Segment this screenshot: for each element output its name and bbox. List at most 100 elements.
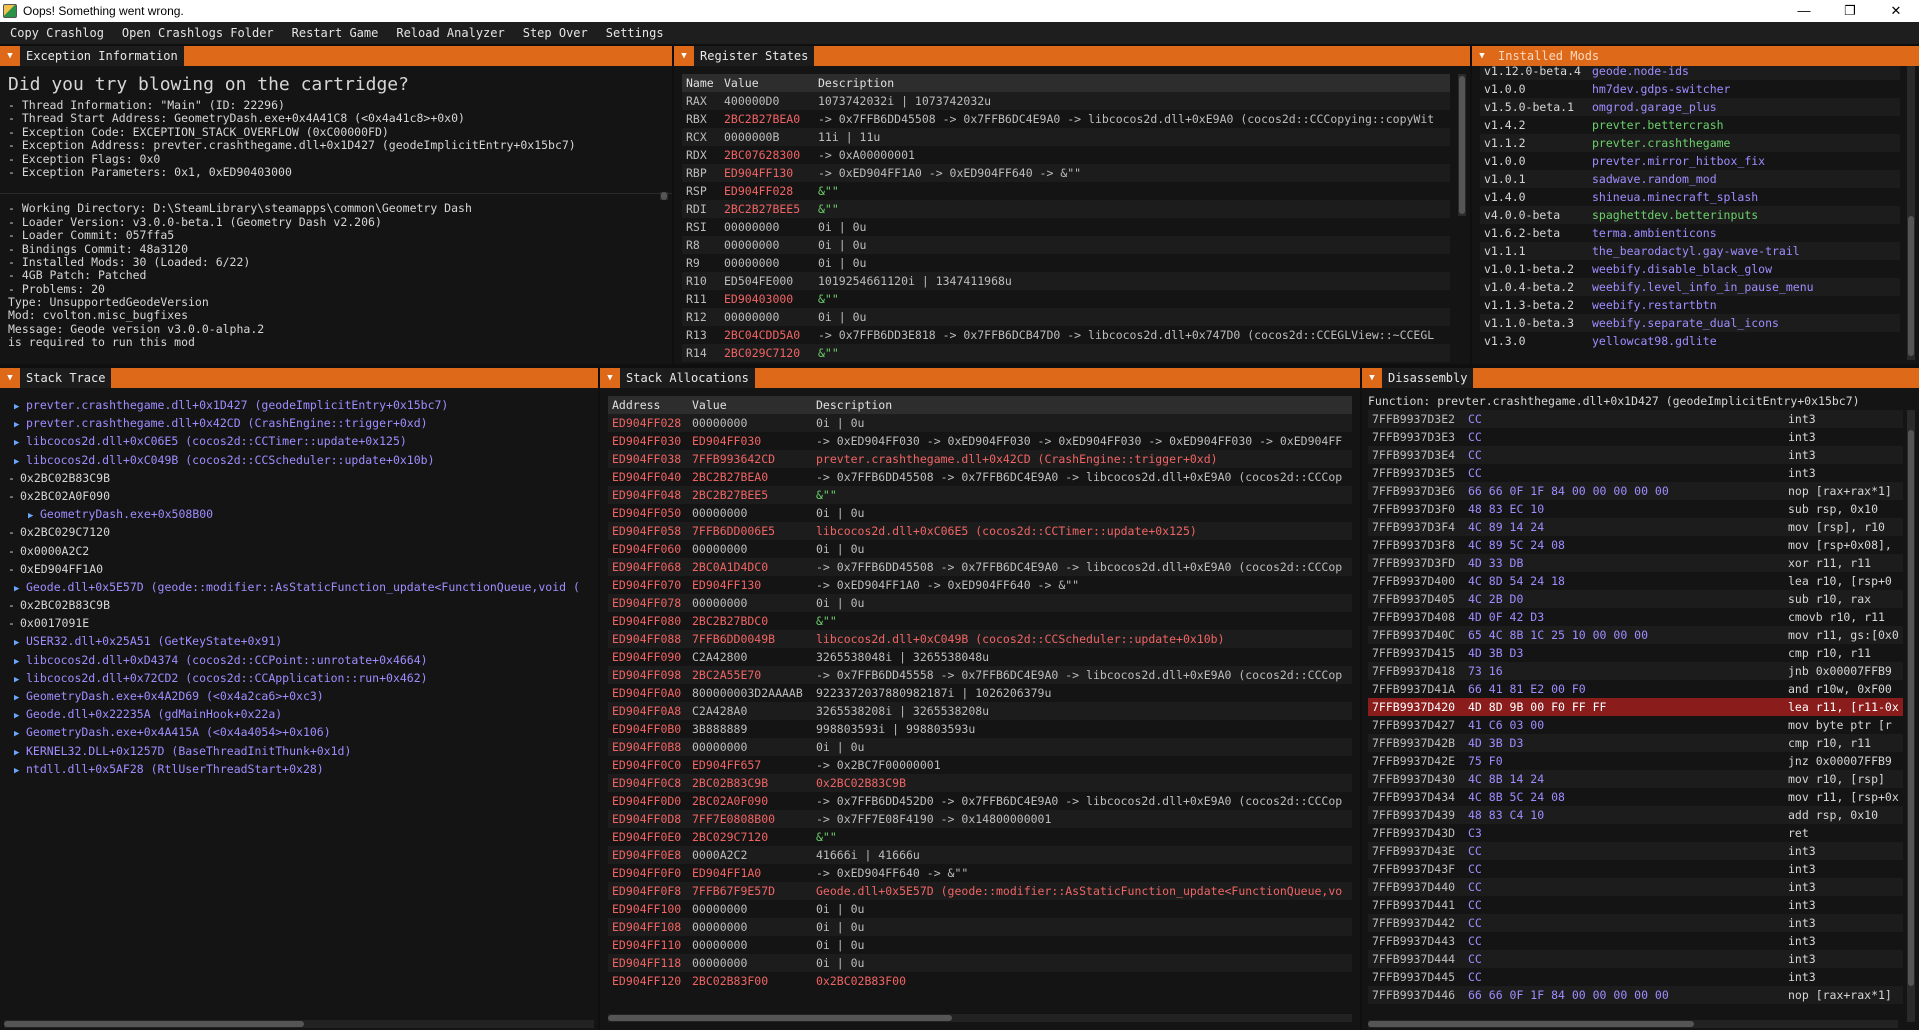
- tab-stack-trace[interactable]: Stack Trace: [20, 368, 112, 388]
- column-header: Value: [688, 396, 812, 414]
- list-item[interactable]: ▶ ntdll.dll+0x5AF28 (RtlUserThreadStart+0…: [0, 760, 598, 778]
- table-row: 7FFB9937D3E6 66 66 0F 1F 84 00 00 00 00 0…: [1368, 482, 1903, 500]
- instruction-mnemonic: cmp r10, r11: [1784, 734, 1903, 752]
- register-value: 400000D0: [720, 92, 814, 110]
- list-item[interactable]: ▶ Geode.dll+0x5E57D (geode::modifier::AsS…: [0, 578, 598, 596]
- table-row: 7FFB9937D415 4D 3B D3 cmp r10, r11: [1368, 644, 1903, 662]
- tab-stack-allocations[interactable]: Stack Allocations: [620, 368, 755, 388]
- mod-id[interactable]: spaghettdev.betterinputs: [1588, 206, 1900, 224]
- list-item[interactable]: ▶ KERNEL32.DLL+0x1257D (BaseThreadInitThu…: [0, 742, 598, 760]
- mod-id[interactable]: weebify.disable_black_glow: [1588, 260, 1900, 278]
- maximize-button[interactable]: ❐: [1827, 0, 1873, 22]
- mod-id[interactable]: weebify.restartbtn: [1588, 296, 1900, 314]
- alloc-description: 0i | 0u: [812, 414, 1352, 432]
- collapse-triangle-icon[interactable]: ▼: [0, 368, 20, 388]
- exception-detail-line: - Exception Flags: 0x0: [8, 151, 161, 166]
- minimize-button[interactable]: —: [1781, 0, 1827, 22]
- alloc-value: 2BC0A1D4DC0: [688, 558, 812, 576]
- expand-triangle-icon[interactable]: ▶: [14, 634, 26, 652]
- alloc-description: -> 0x2BC7F00000001: [812, 756, 1352, 774]
- list-item[interactable]: -0x2BC02B83C9B: [0, 469, 598, 487]
- expand-triangle-icon[interactable]: ▶: [14, 762, 26, 780]
- alloc-value: 7FF7E0808B00: [688, 810, 812, 828]
- list-item[interactable]: -0xED904FF1A0: [0, 560, 598, 578]
- menu-settings[interactable]: Settings: [596, 26, 672, 40]
- list-item[interactable]: ▶ GeometryDash.exe+0x508B00: [0, 505, 598, 523]
- tab-register-states[interactable]: Register States: [694, 46, 815, 66]
- collapse-triangle-icon[interactable]: ▼: [674, 46, 694, 66]
- scrollbar[interactable]: [1458, 74, 1466, 216]
- mod-id[interactable]: terma.ambienticons: [1588, 224, 1900, 242]
- list-item[interactable]: ▶ libcocos2d.dll+0xC049B (cocos2d::CCSche…: [0, 451, 598, 469]
- list-item[interactable]: -0x2BC029C7120: [0, 523, 598, 541]
- mod-id[interactable]: weebify.level_info_in_pause_menu: [1588, 278, 1900, 296]
- register-name: RAX: [682, 92, 720, 110]
- alloc-address: ED904FF100: [608, 900, 688, 918]
- mod-id[interactable]: weebify.separate_dual_icons: [1588, 314, 1900, 332]
- mod-id[interactable]: sadwave.random_mod: [1588, 170, 1900, 188]
- mod-version: v1.1.1: [1480, 242, 1588, 260]
- mod-id[interactable]: the_bearodactyl.gay-wave-trail: [1588, 242, 1900, 260]
- mod-id[interactable]: omgrod.garage_plus: [1588, 98, 1900, 116]
- list-item[interactable]: ▶ libcocos2d.dll+0xC06E5 (cocos2d::CCTime…: [0, 432, 598, 450]
- alloc-value: 2BC029C7120: [688, 828, 812, 846]
- mod-id[interactable]: hm7dev.gdps-switcher: [1588, 80, 1900, 98]
- mod-id[interactable]: prevter.crashthegame: [1588, 134, 1900, 152]
- expand-triangle-icon[interactable]: ▶: [14, 725, 26, 743]
- register-value: 2BC029C7120: [720, 344, 814, 362]
- scrollbar[interactable]: [1368, 1020, 1898, 1028]
- collapse-triangle-icon[interactable]: ▼: [1472, 46, 1492, 66]
- collapse-triangle-icon[interactable]: ▼: [0, 46, 20, 66]
- mod-version: v1.6.2-beta: [1480, 224, 1588, 242]
- alloc-value: 2BC02B83C9B: [688, 774, 812, 792]
- close-button[interactable]: ✕: [1873, 0, 1919, 22]
- alloc-value: 7FFB67F9E57D: [688, 882, 812, 900]
- table-row: v4.0.0-beta spaghettdev.betterinputs: [1480, 206, 1900, 224]
- list-item[interactable]: ▶ USER32.dll+0x25A51 (GetKeyState+0x91): [0, 632, 598, 650]
- menu-reload-analyzer[interactable]: Reload Analyzer: [386, 26, 512, 40]
- list-item[interactable]: ▶ Geode.dll+0x22235A (gdMainHook+0x22a): [0, 705, 598, 723]
- mod-id[interactable]: geode.node-ids: [1588, 66, 1900, 80]
- alloc-value: ED904FF030: [688, 432, 812, 450]
- list-item[interactable]: ▶ GeometryDash.exe+0x4A2D69 (<0x4a2ca6>+0…: [0, 687, 598, 705]
- scrollbar[interactable]: [608, 1014, 1352, 1022]
- list-item[interactable]: -0x2BC02A0F090: [0, 487, 598, 505]
- list-item[interactable]: -0x2BC02B83C9B: [0, 596, 598, 614]
- tab-disassembly[interactable]: Disassembly: [1382, 368, 1474, 388]
- stack-frame: GeometryDash.exe+0x4A2D69 (<0x4a2ca6>+0x…: [26, 689, 324, 703]
- instruction-address: 7FFB9937D42B: [1368, 734, 1464, 752]
- list-item[interactable]: -0x0000A2C2: [0, 542, 598, 560]
- list-item[interactable]: ▶ GeometryDash.exe+0x4A415A (<0x4a4054>+0…: [0, 723, 598, 741]
- alloc-description: 998803593i | 998803593u: [812, 720, 1352, 738]
- mod-id[interactable]: shineua.minecraft_splash: [1588, 188, 1900, 206]
- scrollbar[interactable]: [1907, 66, 1915, 360]
- stack-frame: ntdll.dll+0x5AF28 (RtlUserThreadStart+0x…: [26, 761, 324, 776]
- menu-restart-game[interactable]: Restart Game: [282, 26, 387, 40]
- list-item[interactable]: ▶ libcocos2d.dll+0xD4374 (cocos2d::CCPoin…: [0, 651, 598, 669]
- mod-id[interactable]: prevter.bettercrash: [1588, 116, 1900, 134]
- expand-triangle-icon[interactable]: ▶: [14, 434, 26, 452]
- scrollbar[interactable]: [4, 1020, 594, 1028]
- menu-open-crashlogs-folder[interactable]: Open Crashlogs Folder: [112, 26, 282, 40]
- menu-copy-crashlog[interactable]: Copy Crashlog: [0, 26, 112, 40]
- allocations-body: Address Value Description ED904FF028 0000…: [600, 388, 1360, 1030]
- list-item[interactable]: -0x0017091E: [0, 614, 598, 632]
- tab-exception-information[interactable]: Exception Information: [20, 46, 184, 66]
- menu-step-over[interactable]: Step Over: [513, 26, 596, 40]
- table-row: 7FFB9937D3E5 CC int3: [1368, 464, 1903, 482]
- list-item[interactable]: ▶ libcocos2d.dll+0x72CD2 (cocos2d::CCAppl…: [0, 669, 598, 687]
- scrollbar[interactable]: [660, 192, 668, 200]
- table-row: RDI 2BC2B27BEE5 &"": [682, 200, 1450, 218]
- mod-id[interactable]: prevter.mirror_hitbox_fix: [1588, 152, 1900, 170]
- scrollbar[interactable]: [1907, 410, 1915, 1022]
- instruction-mnemonic: int3: [1784, 410, 1903, 428]
- list-item[interactable]: ▶ prevter.crashthegame.dll+0x1D427 (geode…: [0, 396, 598, 414]
- mod-id[interactable]: yellowcat98.gdlite: [1588, 332, 1900, 350]
- collapse-triangle-icon[interactable]: ▼: [1362, 368, 1382, 388]
- stack-frame: prevter.crashthegame.dll+0x1D427 (geodeI…: [26, 398, 449, 412]
- register-value: 00000000: [720, 308, 814, 326]
- instruction-bytes: 66 66 0F 1F 84 00 00 00 00 00: [1464, 482, 1784, 500]
- tab-installed-mods[interactable]: Installed Mods: [1492, 46, 1606, 66]
- list-item[interactable]: ▶ prevter.crashthegame.dll+0x42CD (CrashE…: [0, 414, 598, 432]
- collapse-triangle-icon[interactable]: ▼: [600, 368, 620, 388]
